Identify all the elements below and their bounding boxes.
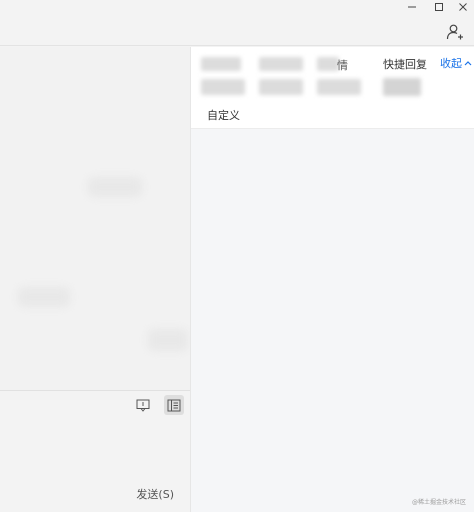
side-panel-toggle-button[interactable] (164, 395, 184, 415)
close-button[interactable] (451, 0, 474, 14)
add-contact-button[interactable] (440, 18, 470, 46)
tab-quick-reply[interactable]: 快捷回复 (383, 56, 427, 72)
minimize-icon (408, 6, 416, 8)
blurred-message (18, 287, 70, 307)
blurred-tab[interactable] (259, 79, 303, 95)
chevron-up-icon (464, 61, 472, 66)
collapse-label: 收起 (440, 57, 462, 70)
blurred-tab[interactable] (383, 78, 421, 96)
blurred-tab[interactable] (201, 57, 241, 71)
quick-reply-toggle-button[interactable] (133, 395, 153, 415)
message-history[interactable] (0, 47, 190, 390)
maximize-button[interactable] (427, 0, 451, 14)
chat-pane: 发送(S) (0, 47, 190, 512)
message-input-area[interactable]: 发送(S) (0, 390, 190, 512)
blurred-message (88, 177, 142, 197)
minimize-button[interactable] (400, 0, 424, 14)
close-icon (459, 3, 467, 11)
quick-reply-panel: 情 快捷回复 收起 自定义 @稀土掘金技术社区 (190, 47, 474, 512)
blurred-tab[interactable] (259, 57, 303, 71)
panel-list-icon (167, 399, 181, 411)
tab-emoji[interactable]: 情 (337, 57, 348, 73)
title-bar (0, 0, 474, 46)
send-button[interactable]: 发送(S) (136, 486, 174, 502)
blurred-tab[interactable] (317, 57, 339, 71)
watermark: @稀土掘金技术社区 (411, 499, 466, 506)
tab-custom[interactable]: 自定义 (207, 107, 240, 123)
collapse-button[interactable]: 收起 (440, 55, 472, 71)
blurred-tab[interactable] (201, 79, 245, 95)
blurred-tab[interactable] (317, 79, 361, 95)
add-user-icon (446, 24, 463, 40)
chat-bubble-icon (136, 399, 150, 412)
maximize-icon (435, 3, 443, 11)
blurred-message (148, 329, 188, 351)
panel-tabs: 情 快捷回复 收起 自定义 (191, 47, 474, 129)
